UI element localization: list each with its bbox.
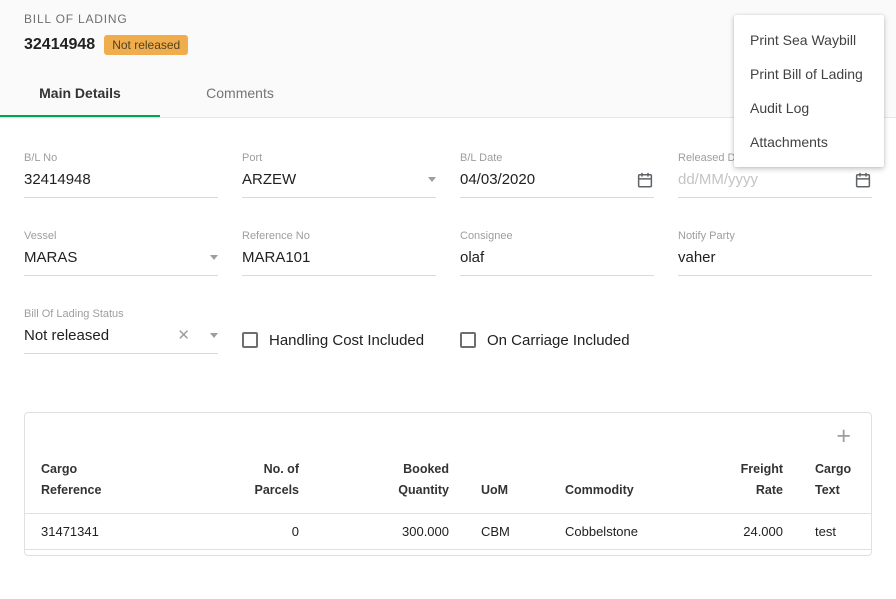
cell-commodity[interactable]: Cobbelstone [549, 513, 707, 549]
released-date-input[interactable]: dd/MM/yyyy [678, 164, 872, 198]
tab-label: Comments [206, 85, 274, 101]
column-header-uom: UoM [465, 451, 549, 513]
chevron-down-icon [210, 333, 218, 338]
bl-date-value: 04/03/2020 [460, 171, 630, 188]
column-header-commodity: Commodity [549, 451, 707, 513]
empty-cell [678, 308, 872, 354]
add-cargo-button[interactable]: + [836, 425, 851, 447]
reference-no-value: MARA101 [242, 249, 436, 266]
reference-no-input[interactable]: MARA101 [242, 242, 436, 276]
on-carriage-label: On Carriage Included [487, 332, 630, 349]
field-port: Port ARZEW [242, 152, 436, 198]
cell-uom[interactable]: CBM [465, 513, 549, 549]
bl-status-select[interactable]: Not released ✕ [24, 320, 218, 354]
status-badge: Not released [104, 35, 188, 55]
chevron-down-icon [428, 177, 436, 182]
bl-number: 32414948 [24, 36, 95, 54]
table-header-row: Cargo Reference No. of Parcels Booked Qu… [25, 451, 871, 513]
context-menu: Print Sea Waybill Print Bill of Lading A… [734, 15, 884, 167]
tab-comments[interactable]: Comments [160, 70, 320, 117]
tab-main-details[interactable]: Main Details [0, 70, 160, 117]
bill-of-lading-form: B/L No 32414948 Port ARZEW B/L Date 04/0… [24, 152, 872, 354]
cell-cargo-reference[interactable]: 31471341 [25, 513, 215, 549]
cell-booked-quantity[interactable]: 300.000 [315, 513, 465, 549]
menu-item-attachments[interactable]: Attachments [734, 125, 884, 159]
bl-no-input[interactable]: 32414948 [24, 164, 218, 198]
cell-no-of-parcels[interactable]: 0 [215, 513, 315, 549]
notify-party-input[interactable]: vaher [678, 242, 872, 276]
field-consignee: Consignee olaf [460, 230, 654, 276]
consignee-input[interactable]: olaf [460, 242, 654, 276]
port-select[interactable]: ARZEW [242, 164, 436, 198]
menu-item-print-sea-waybill[interactable]: Print Sea Waybill [734, 23, 884, 57]
field-bl-status: Bill Of Lading Status Not released ✕ [24, 308, 218, 354]
consignee-value: olaf [460, 249, 654, 266]
released-date-placeholder: dd/MM/yyyy [678, 171, 848, 188]
on-carriage-checkbox[interactable]: On Carriage Included [460, 326, 654, 354]
field-bl-date: B/L Date 04/03/2020 [460, 152, 654, 198]
bl-date-input[interactable]: 04/03/2020 [460, 164, 654, 198]
menu-item-print-bill-of-lading[interactable]: Print Bill of Lading [734, 57, 884, 91]
bl-status-value: Not released [24, 327, 177, 344]
calendar-icon[interactable] [636, 171, 654, 189]
cargo-table: Cargo Reference No. of Parcels Booked Qu… [25, 451, 871, 549]
vessel-label: Vessel [24, 230, 218, 242]
notify-party-value: vaher [678, 249, 872, 266]
bl-no-value: 32414948 [24, 171, 218, 188]
checkbox-icon[interactable] [242, 332, 258, 348]
cargo-table-row[interactable]: 31471341 0 300.000 CBM Cobbelstone 24.00… [25, 513, 871, 549]
column-header-booked-quantity: Booked Quantity [315, 451, 465, 513]
handling-cost-checkbox[interactable]: Handling Cost Included [242, 326, 436, 354]
column-header-cargo-text: Cargo Text [799, 451, 871, 513]
vessel-value: MARAS [24, 249, 204, 266]
port-label: Port [242, 152, 436, 164]
vessel-select[interactable]: MARAS [24, 242, 218, 276]
calendar-icon[interactable] [854, 171, 872, 189]
bl-no-label: B/L No [24, 152, 218, 164]
consignee-label: Consignee [460, 230, 654, 242]
column-header-cargo-reference: Cargo Reference [25, 451, 215, 513]
field-notify-party: Notify Party vaher [678, 230, 872, 276]
chevron-down-icon [210, 255, 218, 260]
checkbox-icon[interactable] [460, 332, 476, 348]
bl-status-label: Bill Of Lading Status [24, 308, 218, 320]
field-reference-no: Reference No MARA101 [242, 230, 436, 276]
table-toolbar: + [25, 413, 871, 447]
bl-date-label: B/L Date [460, 152, 654, 164]
menu-item-audit-log[interactable]: Audit Log [734, 91, 884, 125]
handling-cost-label: Handling Cost Included [269, 332, 424, 349]
cell-freight-rate[interactable]: 24.000 [707, 513, 799, 549]
port-value: ARZEW [242, 171, 422, 188]
column-header-no-of-parcels: No. of Parcels [215, 451, 315, 513]
cargo-table-card: + Cargo Reference No. of Parcels Booked … [24, 412, 872, 555]
notify-party-label: Notify Party [678, 230, 872, 242]
tab-label: Main Details [39, 85, 121, 101]
cell-cargo-text[interactable]: test [799, 513, 871, 549]
reference-no-label: Reference No [242, 230, 436, 242]
main-content: B/L No 32414948 Port ARZEW B/L Date 04/0… [0, 152, 896, 555]
field-bl-no: B/L No 32414948 [24, 152, 218, 198]
clear-icon[interactable]: ✕ [177, 328, 190, 343]
column-header-freight-rate: Freight Rate [707, 451, 799, 513]
field-vessel: Vessel MARAS [24, 230, 218, 276]
